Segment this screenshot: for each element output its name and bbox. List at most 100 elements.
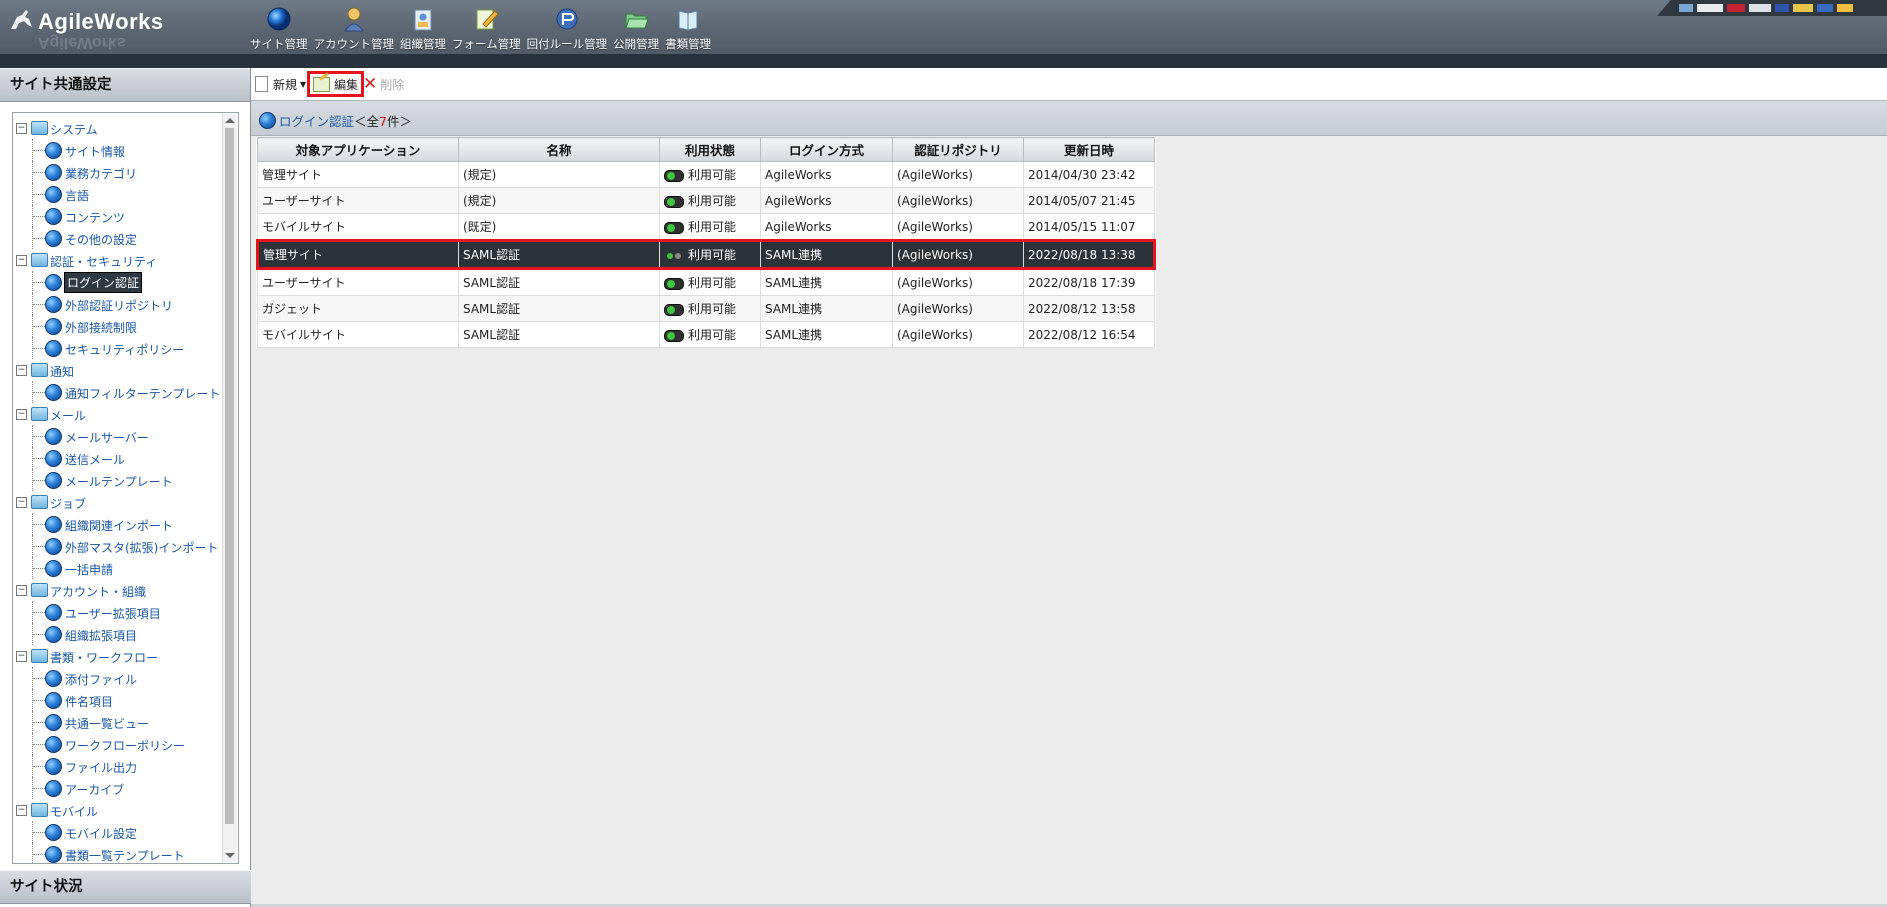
globe-icon [45,846,62,863]
menu-account-management[interactable]: アカウント管理 [314,4,394,52]
tree-folder[interactable]: − システム [13,117,221,139]
tree-connector [33,172,45,173]
menu-publish-management[interactable]: 公開管理 [613,4,659,52]
tree-folder-label: モバイル [50,805,99,819]
tree-item[interactable]: 外部マスタ(拡張)インポート [13,535,221,557]
status-label: 利用可能 [688,302,737,316]
tree-connector [33,524,45,525]
menu-org-management[interactable]: 組織管理 [400,4,446,52]
collapse-icon[interactable]: − [16,365,27,376]
cell-name: SAML認証 [458,239,660,270]
tree-item[interactable]: セキュリティポリシー [13,337,221,359]
cell-name: (規定) [458,161,660,188]
tree-connector [33,348,45,349]
tree-item[interactable]: 件名項目 [13,689,221,711]
tree-item[interactable]: 外部認証リポジトリ [13,293,221,315]
col-header-method[interactable]: ログイン方式 [760,137,893,162]
cell-app: 管理サイト [256,239,459,270]
menu-form-management[interactable]: フォーム管理 [452,4,521,52]
menu-document-management[interactable]: 書類管理 [665,4,711,52]
tree-folder[interactable]: − メール [13,403,221,425]
tree-item[interactable]: 書類一覧テンプレート [13,843,221,863]
new-button[interactable]: 新規 ▼ [255,72,306,96]
tree-item[interactable]: 業務カテゴリ [13,161,221,183]
tree-item[interactable]: 一括申請 [13,557,221,579]
col-header-name[interactable]: 名称 [458,137,660,162]
tree-item-label: 組織関連インポート [65,519,174,533]
cell-method: SAML連携 [760,239,893,270]
scroll-down-icon[interactable] [225,853,235,858]
tree-folder[interactable]: − 書類・ワークフロー [13,645,221,667]
kangaroo-logo-icon [11,10,32,29]
tree-item[interactable]: 組織拡張項目 [13,623,221,645]
col-header-app[interactable]: 対象アプリケーション [257,137,459,162]
collapse-icon[interactable]: − [16,805,27,816]
tree-folder[interactable]: − モバイル [13,799,221,821]
table-row-selected[interactable]: 管理サイト SAML認証 利用可能 SAML連携 (AgileWorks) 2022/08… [256,239,1156,270]
table-row[interactable]: モバイルサイト SAML認証 利用可能 SAML連携 (AgileWorks) 2022/… [257,321,1155,348]
table-row[interactable]: ユーザーサイト (規定) 利用可能 AgileWorks (AgileWorks) 201… [257,187,1155,214]
page-title[interactable]: ログイン認証 [279,111,354,130]
scroll-thumb[interactable] [225,128,234,824]
menu-route-rule-management[interactable]: 回付ルール管理 [527,4,607,52]
tree-folder[interactable]: − アカウント・組織 [13,579,221,601]
tree-item[interactable]: 外部接続制限 [13,315,221,337]
app-logo[interactable]: AgileWorks AgileWorks [8,7,168,51]
collapse-icon[interactable]: − [16,497,27,508]
scroll-up-icon[interactable] [225,118,235,123]
tree-item-label: メールテンプレート [65,475,173,489]
tree-item[interactable]: コンテンツ [13,205,221,227]
collapse-icon[interactable]: − [16,585,27,596]
col-header-status[interactable]: 利用状態 [659,137,761,162]
status-toggle-icon [664,329,684,342]
col-header-repo[interactable]: 認証リポジトリ [892,137,1024,162]
user-info-strip[interactable] [1657,0,1887,16]
tree-item-label: 組織拡張項目 [65,629,138,643]
table-header-row: 対象アプリケーション 名称 利用状態 ログイン方式 認証リポジトリ 更新日時 [257,137,1155,162]
tree-item[interactable]: 送信メール [13,447,221,469]
col-header-updated[interactable]: 更新日時 [1023,137,1155,162]
tree-item[interactable]: 組織関連インポート [13,513,221,535]
collapse-icon[interactable]: − [16,255,27,266]
menu-label: 公開管理 [613,37,660,51]
cell-status: 利用可能 [659,239,761,270]
tree-item[interactable]: 通知フィルターテンプレート [13,381,221,403]
table-row[interactable]: 管理サイト (規定) 利用可能 AgileWorks (AgileWorks) 2014/… [257,161,1155,188]
tree-folder[interactable]: − 認証・セキュリティ [13,249,221,271]
table-row[interactable]: ガジェット SAML認証 利用可能 SAML連携 (AgileWorks) 2022/08… [257,295,1155,322]
tree-item[interactable]: ユーザー拡張項目 [13,601,221,623]
tree-item[interactable]: 言語 [13,183,221,205]
new-button-label: 新規 [273,77,298,92]
tree-item[interactable]: 添付ファイル [13,667,221,689]
collapse-icon[interactable]: − [16,651,27,662]
tree-folder[interactable]: − 通知 [13,359,221,381]
tree-item[interactable]: アーカイブ [13,777,221,799]
folder-icon [31,583,48,597]
tree-item[interactable]: 共通一覧ビュー [13,711,221,733]
cell-status: 利用可能 [659,321,761,348]
delete-button[interactable]: ✕ 削除 [363,72,404,96]
tree-item[interactable]: ワークフローポリシー [13,733,221,755]
collapse-icon[interactable]: − [16,123,27,134]
tree-item[interactable]: その他の設定 [13,227,221,249]
tree-item[interactable]: ファイル出力 [13,755,221,777]
tree-item[interactable]: メールサーバー [13,425,221,447]
tree-item-label: モバイル設定 [65,827,138,841]
edit-button[interactable]: 編集 [307,71,365,97]
tree-folder[interactable]: − ジョブ [13,491,221,513]
person-icon [339,4,369,34]
tree-item[interactable]: メールテンプレート [13,469,221,491]
tree-item[interactable]: モバイル設定 [13,821,221,843]
tree-item-selected[interactable]: ログイン認証 [13,271,221,293]
site-common-settings-header[interactable]: サイト共通設定 [0,68,250,102]
toolbar: 新規 ▼ 編集 ✕ 削除 [251,68,1887,101]
table-row[interactable]: モバイルサイト (既定) 利用可能 AgileWorks (AgileWorks) 201… [257,213,1155,241]
collapse-icon[interactable]: − [16,409,27,420]
table-row[interactable]: ユーザーサイト SAML認証 利用可能 SAML連携 (AgileWorks) 2022/… [257,268,1155,296]
site-status-header[interactable]: サイト状況 [0,870,260,904]
tree-item[interactable]: サイト情報 [13,139,221,161]
menu-site-management[interactable]: サイト管理 [250,4,308,52]
tree-folder-label: アカウント・組織 [50,585,147,599]
tree-scrollbar[interactable] [222,114,237,862]
cell-app: ガジェット [257,295,459,322]
